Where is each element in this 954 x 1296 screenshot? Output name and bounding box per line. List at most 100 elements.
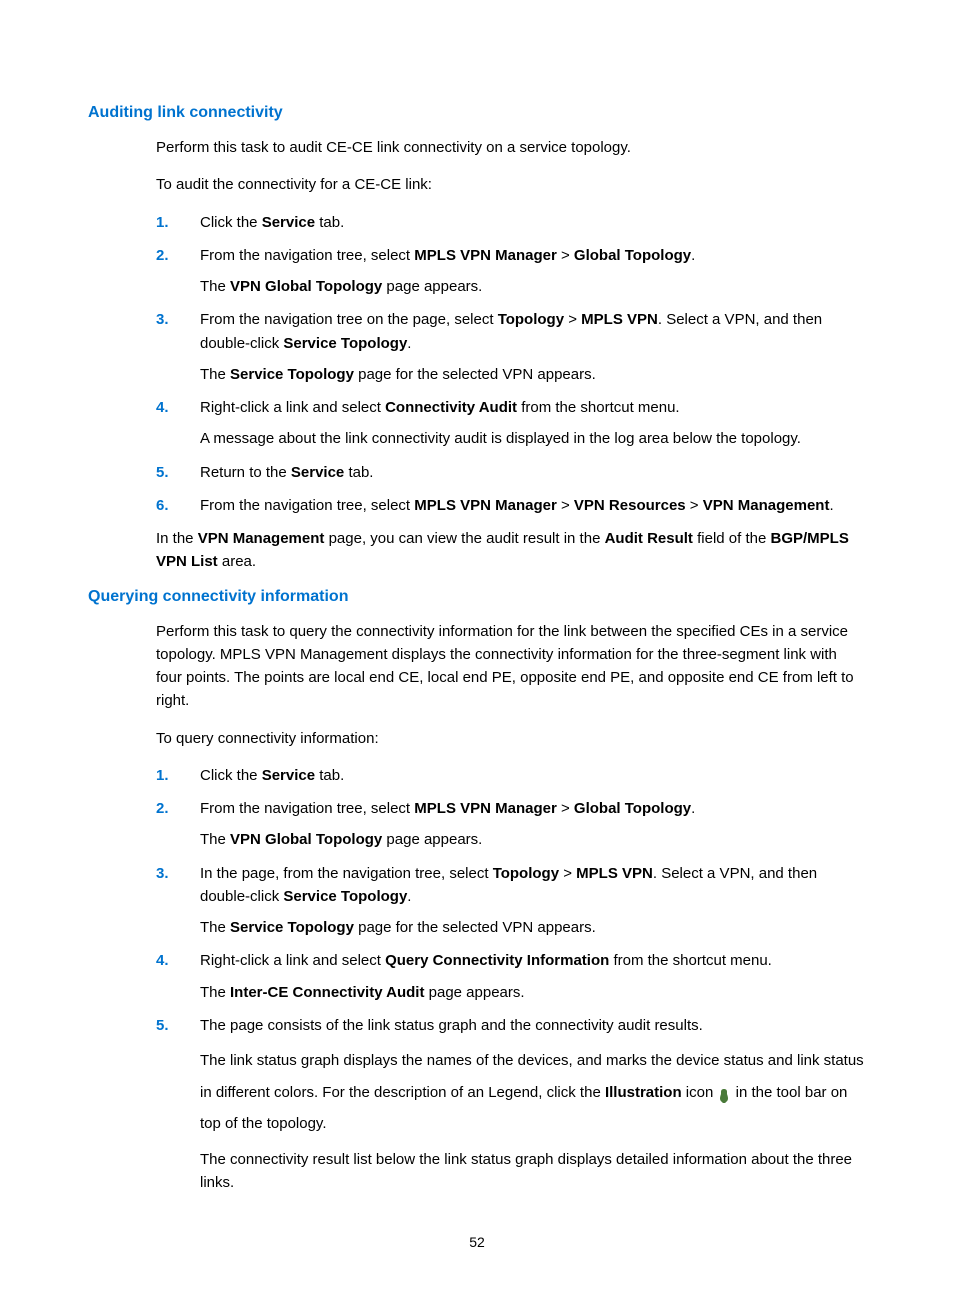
bold: Global Topology [574,800,691,817]
text: Click the [200,767,262,784]
list-item: 4. Right-click a link and select Connect… [156,396,866,451]
text: From the navigation tree, select [200,247,414,264]
text: page appears. [382,278,482,295]
bold: Service [262,767,315,784]
text: > [559,865,576,882]
text: > [557,497,574,514]
bold: Connectivity Audit [385,399,517,416]
text: > [686,497,703,514]
step-number: 1. [156,764,169,787]
sub-paragraph: The Service Topology page for the select… [200,363,866,386]
ordered-list: 1. Click the Service tab. 2. From the na… [156,764,866,1194]
step-number: 4. [156,949,169,972]
text: page appears. [424,984,524,1001]
illustration-icon [717,1084,731,1100]
bold: MPLS VPN [581,311,658,328]
sub-paragraph: The Service Topology page for the select… [200,916,866,939]
step-number: 1. [156,211,169,234]
list-item: 1. Click the Service tab. [156,764,866,787]
sub-paragraph: The VPN Global Topology page appears. [200,828,866,851]
bold: Topology [493,865,559,882]
bold: MPLS VPN [576,865,653,882]
step-number: 6. [156,494,169,517]
bold: Audit Result [605,530,693,547]
text: Right-click a link and select [200,399,385,416]
text: From the navigation tree, select [200,800,414,817]
text: field of the [693,530,771,547]
list-item: 2. From the navigation tree, select MPLS… [156,797,866,852]
text: tab. [315,214,344,231]
bold: MPLS VPN Manager [414,247,557,264]
bold: VPN Global Topology [230,831,382,848]
bold: VPN Management [703,497,830,514]
bold: Service Topology [283,335,407,352]
list-item: 5. The page consists of the link status … [156,1014,866,1194]
text: The [200,984,230,1001]
text: tab. [344,464,373,481]
heading-querying-connectivity-information: Querying connectivity information [88,588,866,606]
step-number: 2. [156,244,169,267]
bold: Service [291,464,344,481]
text: page, you can view the audit result in t… [324,530,604,547]
text: . [829,497,833,514]
text: Right-click a link and select [200,952,385,969]
text: . [691,247,695,264]
bold: Topology [498,311,564,328]
text: From the navigation tree on the page, se… [200,311,498,328]
list-item: 6. From the navigation tree, select MPLS… [156,494,866,517]
text: . [691,800,695,817]
text: In the [156,530,198,547]
bold: Query Connectivity Information [385,952,609,969]
list-item: 2. From the navigation tree, select MPLS… [156,244,866,299]
bold: VPN Management [198,530,325,547]
text: > [557,800,574,817]
sub-paragraph: The Inter-CE Connectivity Audit page app… [200,981,866,1004]
bold: Illustration [605,1084,682,1101]
text: The [200,919,230,936]
bold: VPN Global Topology [230,278,382,295]
bold: Service [262,214,315,231]
ordered-list: 1. Click the Service tab. 2. From the na… [156,211,866,518]
bold: Service Topology [230,366,354,383]
list-item: 3. In the page, from the navigation tree… [156,862,866,940]
sub-paragraph: The VPN Global Topology page appears. [200,275,866,298]
text: page for the selected VPN appears. [354,366,596,383]
text: from the shortcut menu. [517,399,680,416]
text: icon [682,1084,718,1101]
sub-paragraph: The connectivity result list below the l… [200,1148,866,1195]
sub-paragraph: A message about the link connectivity au… [200,427,866,450]
list-item: 5. Return to the Service tab. [156,461,866,484]
step-number: 5. [156,461,169,484]
sub-paragraph: The link status graph displays the names… [200,1045,866,1140]
text: page for the selected VPN appears. [354,919,596,936]
list-item: 1. Click the Service tab. [156,211,866,234]
paragraph: In the VPN Management page, you can view… [156,527,866,574]
step-number: 3. [156,862,169,885]
text: Click the [200,214,262,231]
page-number: 52 [0,1234,954,1250]
text: page appears. [382,831,482,848]
bold: VPN Resources [574,497,686,514]
text: The [200,278,230,295]
text: The [200,366,230,383]
text: The [200,831,230,848]
bold: Inter-CE Connectivity Audit [230,984,424,1001]
heading-auditing-link-connectivity: Auditing link connectivity [88,104,866,122]
text: tab. [315,767,344,784]
text: > [564,311,581,328]
step-number: 4. [156,396,169,419]
text: area. [218,553,256,570]
page: Auditing link connectivity Perform this … [0,0,954,1296]
paragraph: To query connectivity information: [156,727,866,750]
paragraph: To audit the connectivity for a CE-CE li… [156,173,866,196]
paragraph: Perform this task to audit CE-CE link co… [156,136,866,159]
bold: MPLS VPN Manager [414,497,557,514]
bold: Global Topology [574,247,691,264]
list-item: 4. Right-click a link and select Query C… [156,949,866,1004]
text: . [407,335,411,352]
step-number: 3. [156,308,169,331]
text: > [557,247,574,264]
step-number: 5. [156,1014,169,1037]
text: The page consists of the link status gra… [200,1017,703,1034]
text: From the navigation tree, select [200,497,414,514]
